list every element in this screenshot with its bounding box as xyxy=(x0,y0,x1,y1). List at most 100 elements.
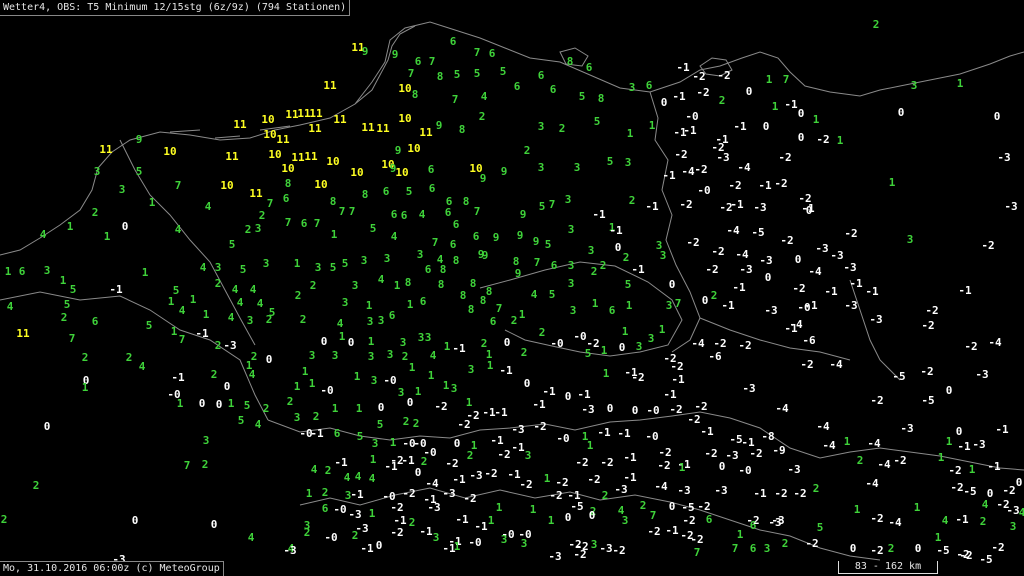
station-observation: 1 xyxy=(444,340,451,353)
map-title: Wetter4, OBS: T5 Minimum 12/15stg (6z/9z… xyxy=(0,0,351,16)
station-observation: -2 xyxy=(870,512,883,525)
station-observation: -3 xyxy=(768,516,781,529)
station-observation: 5 xyxy=(136,165,143,178)
station-observation: 9 xyxy=(392,48,399,61)
station-observation: -1 xyxy=(663,388,677,401)
station-observation: -1 xyxy=(577,388,591,401)
station-observation: -3 xyxy=(442,487,455,500)
station-observation: 10 xyxy=(395,166,408,179)
station-observation: 4 xyxy=(7,300,14,313)
station-observation: 8 xyxy=(285,177,292,190)
station-observation: 7 xyxy=(675,297,682,310)
station-observation: 8 xyxy=(459,123,466,136)
station-observation: 6 xyxy=(389,309,396,322)
station-observation: -1 xyxy=(824,285,838,298)
station-observation: -0 xyxy=(320,384,333,397)
station-observation: 3 xyxy=(591,538,598,551)
station-observation: -9 xyxy=(772,444,785,457)
station-observation: -1 xyxy=(623,451,637,464)
station-observation: 0 xyxy=(565,390,572,403)
station-observation: -2 xyxy=(484,467,497,480)
station-observation: 0 xyxy=(407,396,414,409)
station-observation: 0 xyxy=(589,509,596,522)
station-observation: -2 xyxy=(778,151,791,164)
station-observation: -2 xyxy=(612,544,625,557)
station-observation: 1 xyxy=(544,472,551,485)
station-observation: -3 xyxy=(869,313,882,326)
station-observation: -4 xyxy=(988,336,1002,349)
station-observation: -2 xyxy=(959,549,972,562)
map-canvas: 11967 696 7 8 67 8 5 5 5 611 10 8 7 46 65 83 6-1-2 -201 70… xyxy=(0,18,1024,566)
station-observation: -3 xyxy=(753,201,766,214)
station-observation: 0 xyxy=(850,542,857,555)
station-observation: -2 xyxy=(738,339,751,352)
station-observation: 9 xyxy=(482,249,489,262)
station-observation: -0 xyxy=(383,374,396,387)
station-observation: 7 xyxy=(452,93,459,106)
station-observation: 2 xyxy=(215,339,222,352)
station-observation: -1 xyxy=(597,426,611,439)
station-observation: 2 xyxy=(325,464,332,477)
station-observation: 0 xyxy=(719,460,726,473)
station-observation: -3 xyxy=(677,484,690,497)
station-observation: 1 xyxy=(914,501,921,514)
station-observation: 0 xyxy=(524,377,531,390)
station-observation: 10 xyxy=(268,148,281,161)
station-observation: 8 xyxy=(486,285,493,298)
station-observation: 4 xyxy=(248,531,255,544)
station-observation: 1 xyxy=(142,266,149,279)
station-observation: 3 xyxy=(119,183,126,196)
station-observation: 5 xyxy=(474,67,481,80)
station-observation: 2 xyxy=(857,454,864,467)
station-observation: 7 xyxy=(534,256,541,269)
station-observation: 7 xyxy=(474,205,481,218)
station-observation: 1 xyxy=(354,370,361,383)
station-observation: 7 xyxy=(179,333,186,346)
station-observation: 4 xyxy=(355,470,362,483)
station-observation: 3 xyxy=(400,336,407,349)
station-observation: -2 xyxy=(844,227,857,240)
station-observation: -4 xyxy=(867,437,881,450)
station-observation: 3 xyxy=(636,340,643,353)
station-observation: 8 xyxy=(330,195,337,208)
station-observation: -3 xyxy=(742,382,755,395)
station-observation: 1 xyxy=(443,379,450,392)
station-observation: 5 xyxy=(146,319,153,332)
station-observation: 7 xyxy=(314,217,321,230)
station-observation: 1 xyxy=(407,298,414,311)
station-observation: 3 xyxy=(425,331,432,344)
station-observation: -0 xyxy=(324,531,337,544)
station-observation: 1 xyxy=(60,274,67,287)
station-observation: -3 xyxy=(716,151,729,164)
station-observation: -4 xyxy=(735,248,749,261)
station-observation: 6 xyxy=(450,238,457,251)
station-observation: 6 xyxy=(551,259,558,272)
station-observation: 7 xyxy=(429,55,436,68)
station-observation: -2 xyxy=(717,69,730,82)
station-observation: 0 xyxy=(763,120,770,133)
station-observation: 4 xyxy=(337,317,344,330)
station-observation: 3 xyxy=(263,257,270,270)
station-observation: 6 xyxy=(706,513,713,526)
station-observation: 7 xyxy=(285,216,292,229)
station-observation: 1 xyxy=(104,230,111,243)
station-observation: 6 xyxy=(283,192,290,205)
station-observation: 8 xyxy=(438,278,445,291)
station-observation: 2 xyxy=(266,313,273,326)
station-observation: 10 xyxy=(261,113,274,126)
station-observation: 2 xyxy=(322,486,329,499)
station-observation: 1 xyxy=(601,344,608,357)
station-observation: -2 xyxy=(792,282,805,295)
station-observation: 1 xyxy=(938,451,945,464)
station-observation: -1 xyxy=(865,285,879,298)
station-observation: 0 xyxy=(798,107,805,120)
station-observation: 3 xyxy=(911,79,918,92)
station-observation: 2 xyxy=(888,542,895,555)
station-observation: -1 xyxy=(732,281,746,294)
station-observation: -2 xyxy=(549,489,562,502)
station-observation: 2 xyxy=(33,479,40,492)
station-observation: -3 xyxy=(511,423,524,436)
station-observation: 6 xyxy=(550,83,557,96)
station-observation: 1 xyxy=(488,514,495,527)
station-observation: 2 xyxy=(873,18,880,31)
